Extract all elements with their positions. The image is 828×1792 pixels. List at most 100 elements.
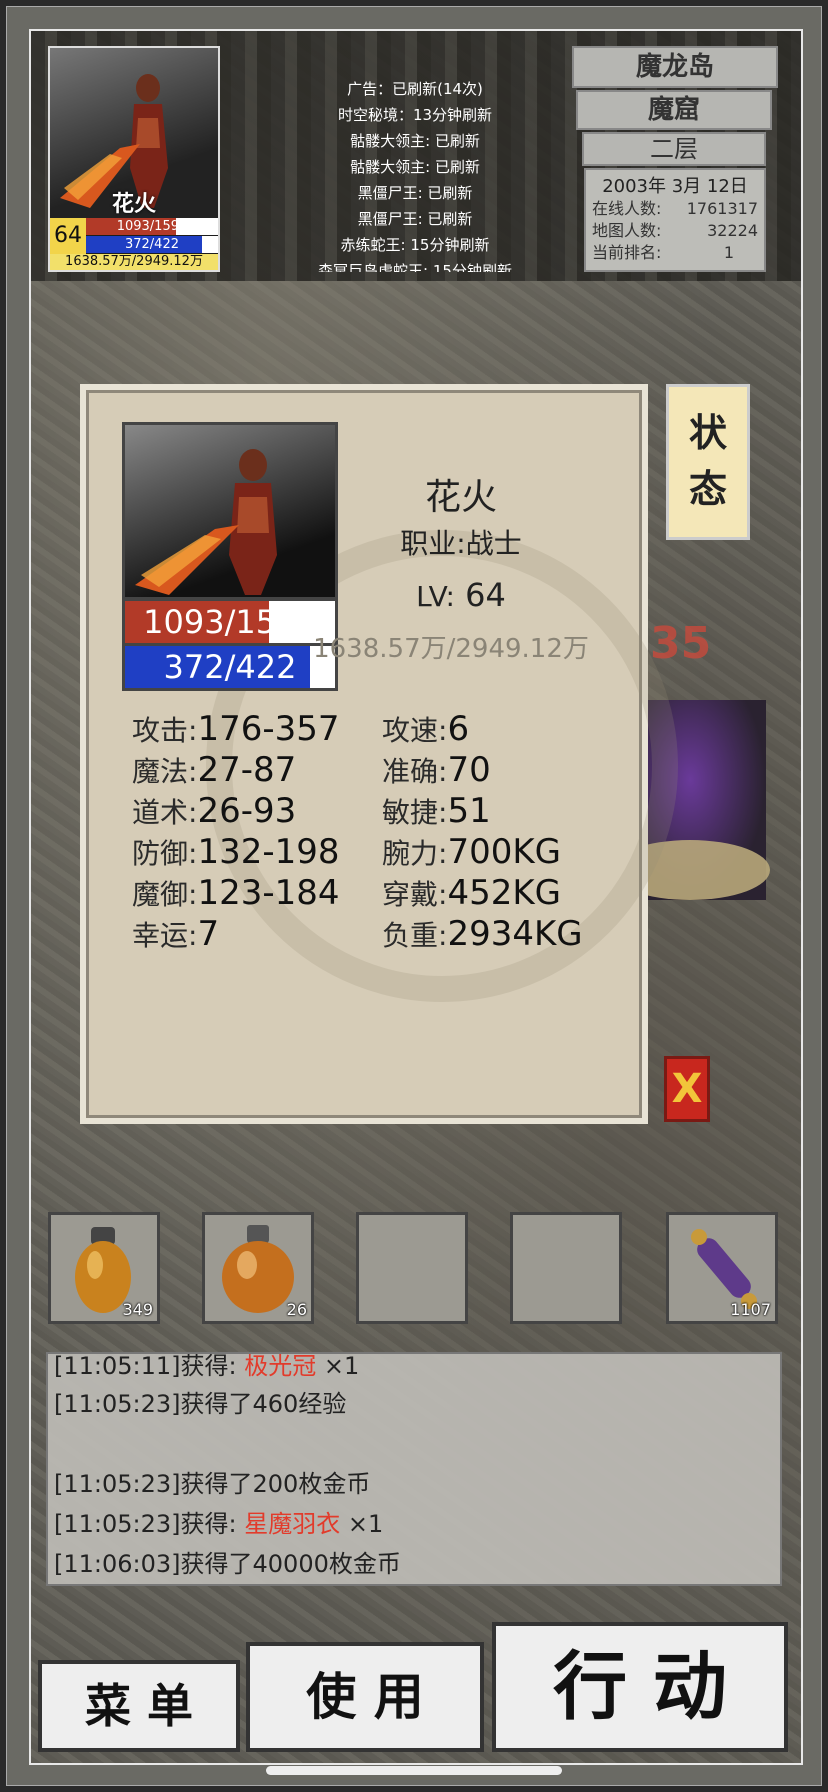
hp-bar: 1093/1598 (86, 218, 218, 235)
map-players-label: 地图人数: (592, 221, 662, 240)
online-label: 在线人数: (592, 199, 662, 218)
log-line: [11:05:23]获得: 星魔羽衣 ×1 (54, 1504, 383, 1539)
status-dialog: 1093/1598 372/422 花火 职业:战士 LV: 64 1638.5… (80, 384, 678, 1124)
stat-label: 敏捷: (382, 795, 448, 829)
log-time: [11:05:23] (54, 1510, 181, 1538)
stat-label: 穿戴: (382, 877, 448, 911)
item-slot-1[interactable]: 349 (48, 1212, 160, 1324)
level-badge: 64 (50, 218, 86, 254)
use-button[interactable]: 使 用 (246, 1642, 484, 1752)
status-hp-text: 1093/1598 (143, 603, 317, 641)
log-suffix: ×1 (316, 1352, 360, 1380)
status-mp-text: 372/422 (163, 648, 297, 686)
item-count: 349 (122, 1300, 153, 1319)
floor-button[interactable]: 二层 (582, 132, 766, 166)
log-line: [11:05:11]获得: 极光冠 ×1 (54, 1352, 360, 1381)
mp-text: 372/422 (124, 237, 179, 252)
status-level: LV: 64 (346, 576, 576, 614)
refresh-item: 赤练蛇王: 15分钟刷新 (340, 236, 490, 254)
stat-label: 防御: (132, 836, 198, 870)
stat-value: 452KG (447, 872, 561, 913)
log-item: 极光冠 (244, 1352, 317, 1380)
stat-value: 6 (447, 708, 470, 749)
action-button[interactable]: 行 动 (492, 1622, 788, 1752)
stat-label: 道术: (132, 795, 198, 829)
status-level-label: LV: (416, 580, 455, 613)
stat-value: 7 (197, 913, 220, 954)
character-card[interactable]: 花火 64 1093/1598 372/422 1638.57万/2949.12… (48, 46, 220, 272)
stat-label: 腕力: (382, 836, 448, 870)
boss-refresh-list: 广告：已刷新(14次) 时空秘境：13分钟刷新 骷髅大领主: 已刷新 骷髅大领主… (290, 76, 540, 272)
status-level-value: 64 (465, 576, 506, 614)
damage-number: 35 (650, 618, 712, 669)
log-line: [11:05:23]获得了460经验 (54, 1384, 346, 1419)
island-button[interactable]: 魔龙岛 (572, 46, 778, 88)
menu-button[interactable]: 菜 单 (38, 1660, 240, 1752)
stat-row: 攻击:176-357 攻速:6 (132, 708, 612, 749)
stat-row: 防御:132-198 腕力:700KG (132, 831, 612, 872)
stat-row: 幸运:7 负重:2934KG (132, 913, 612, 954)
status-class: 职业:战士 (400, 527, 522, 560)
stat-value: 700KG (447, 831, 561, 872)
stat-value: 51 (447, 790, 491, 831)
stat-value: 2934KG (447, 913, 583, 954)
warrior-portrait-icon (135, 449, 277, 595)
item-count: 26 (286, 1300, 307, 1319)
item-slot-5[interactable]: 1107 (666, 1212, 778, 1324)
log-time: [11:06:03] (54, 1550, 181, 1578)
stat-label: 攻速: (382, 713, 448, 747)
status-exp: 1638.57万/2949.12万 (313, 634, 589, 664)
rank-value: 1 (723, 243, 734, 262)
stat-label: 攻击: (132, 713, 198, 747)
item-slot-4[interactable] (510, 1212, 622, 1324)
item-count: 1107 (730, 1300, 771, 1319)
stat-value: 132-198 (197, 831, 340, 872)
stat-label: 魔御: (132, 877, 198, 911)
log-line: [11:05:23]获得了200枚金币 (54, 1464, 370, 1499)
game-date: 2003年 3月 12日 (602, 176, 748, 197)
log-time: [11:05:23] (54, 1390, 181, 1418)
rank-label: 当前排名: (592, 243, 662, 262)
stat-value: 176-357 (197, 708, 340, 749)
log-text: 获得: (180, 1352, 245, 1380)
home-indicator (266, 1766, 562, 1775)
status-portrait (122, 422, 338, 600)
log-line: [11:06:03]获得了40000枚金币 (54, 1544, 401, 1579)
item-slot-3[interactable] (356, 1212, 468, 1324)
stats-grid: 攻击:176-357 攻速:6 魔法:27-87 准确:70 道术:26-93 … (132, 708, 612, 954)
exp-text: 1638.57万/2949.12万 (50, 254, 218, 270)
stat-label: 负重: (382, 918, 448, 952)
stat-value: 70 (447, 749, 491, 790)
stat-value: 123-184 (197, 872, 340, 913)
stat-label: 准确: (382, 754, 448, 788)
stat-label: 魔法: (132, 754, 198, 788)
stat-label: 幸运: (132, 918, 198, 952)
online-value: 1761317 (686, 199, 758, 218)
map-players-value: 32224 (707, 221, 758, 240)
log-text: 获得了200枚金币 (180, 1470, 371, 1498)
log-text: 获得: (180, 1510, 245, 1538)
stat-row: 魔御:123-184 穿戴:452KG (132, 872, 612, 913)
refresh-item: 时空秘境：13分钟刷新 (337, 106, 493, 124)
refresh-item: 骷髅大领主: 已刷新 (350, 132, 480, 150)
log-time: [11:05:11] (54, 1352, 181, 1380)
stat-row: 道术:26-93 敏捷:51 (132, 790, 612, 831)
area-button[interactable]: 魔窟 (576, 90, 772, 130)
stat-row: 魔法:27-87 准确:70 (132, 749, 612, 790)
tab-status-label: 状态 (688, 411, 727, 511)
log-text: 获得了40000枚金币 (180, 1550, 401, 1578)
log-text: 获得了460经验 (180, 1390, 347, 1418)
character-name: 花火 (111, 192, 156, 217)
tab-status[interactable]: 状态 (666, 384, 750, 540)
log-time: [11:05:23] (54, 1470, 181, 1498)
log-suffix: ×1 (340, 1510, 384, 1538)
refresh-item: 黑僵尸王: 已刷新 (357, 184, 473, 202)
refresh-item: 黑僵尸王: 已刷新 (357, 210, 473, 228)
stat-value: 26-93 (197, 790, 297, 831)
hp-text: 1093/1598 (116, 219, 188, 234)
location-info-panel: 2003年 3月 12日 在线人数: 1761317 地图人数: 32224 当前排… (584, 168, 766, 272)
close-button[interactable]: X (664, 1056, 710, 1122)
stat-value: 27-87 (197, 749, 297, 790)
item-slot-2[interactable]: 26 (202, 1212, 314, 1324)
message-log[interactable]: [11:05:11]获得: 极光冠 ×1 [11:05:23]获得了460经验 … (46, 1352, 782, 1586)
